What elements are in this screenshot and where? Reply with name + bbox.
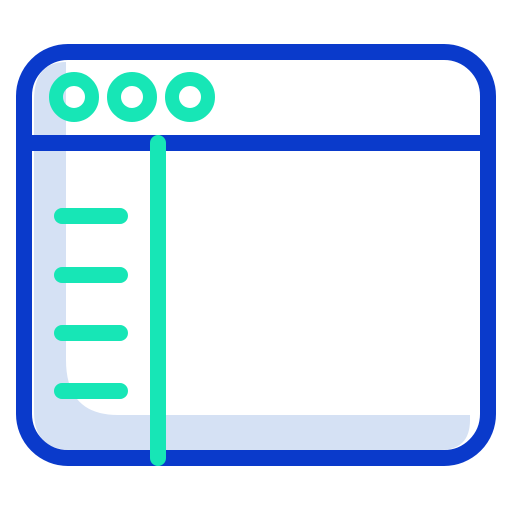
browser-window-sidebar-icon — [0, 0, 512, 512]
